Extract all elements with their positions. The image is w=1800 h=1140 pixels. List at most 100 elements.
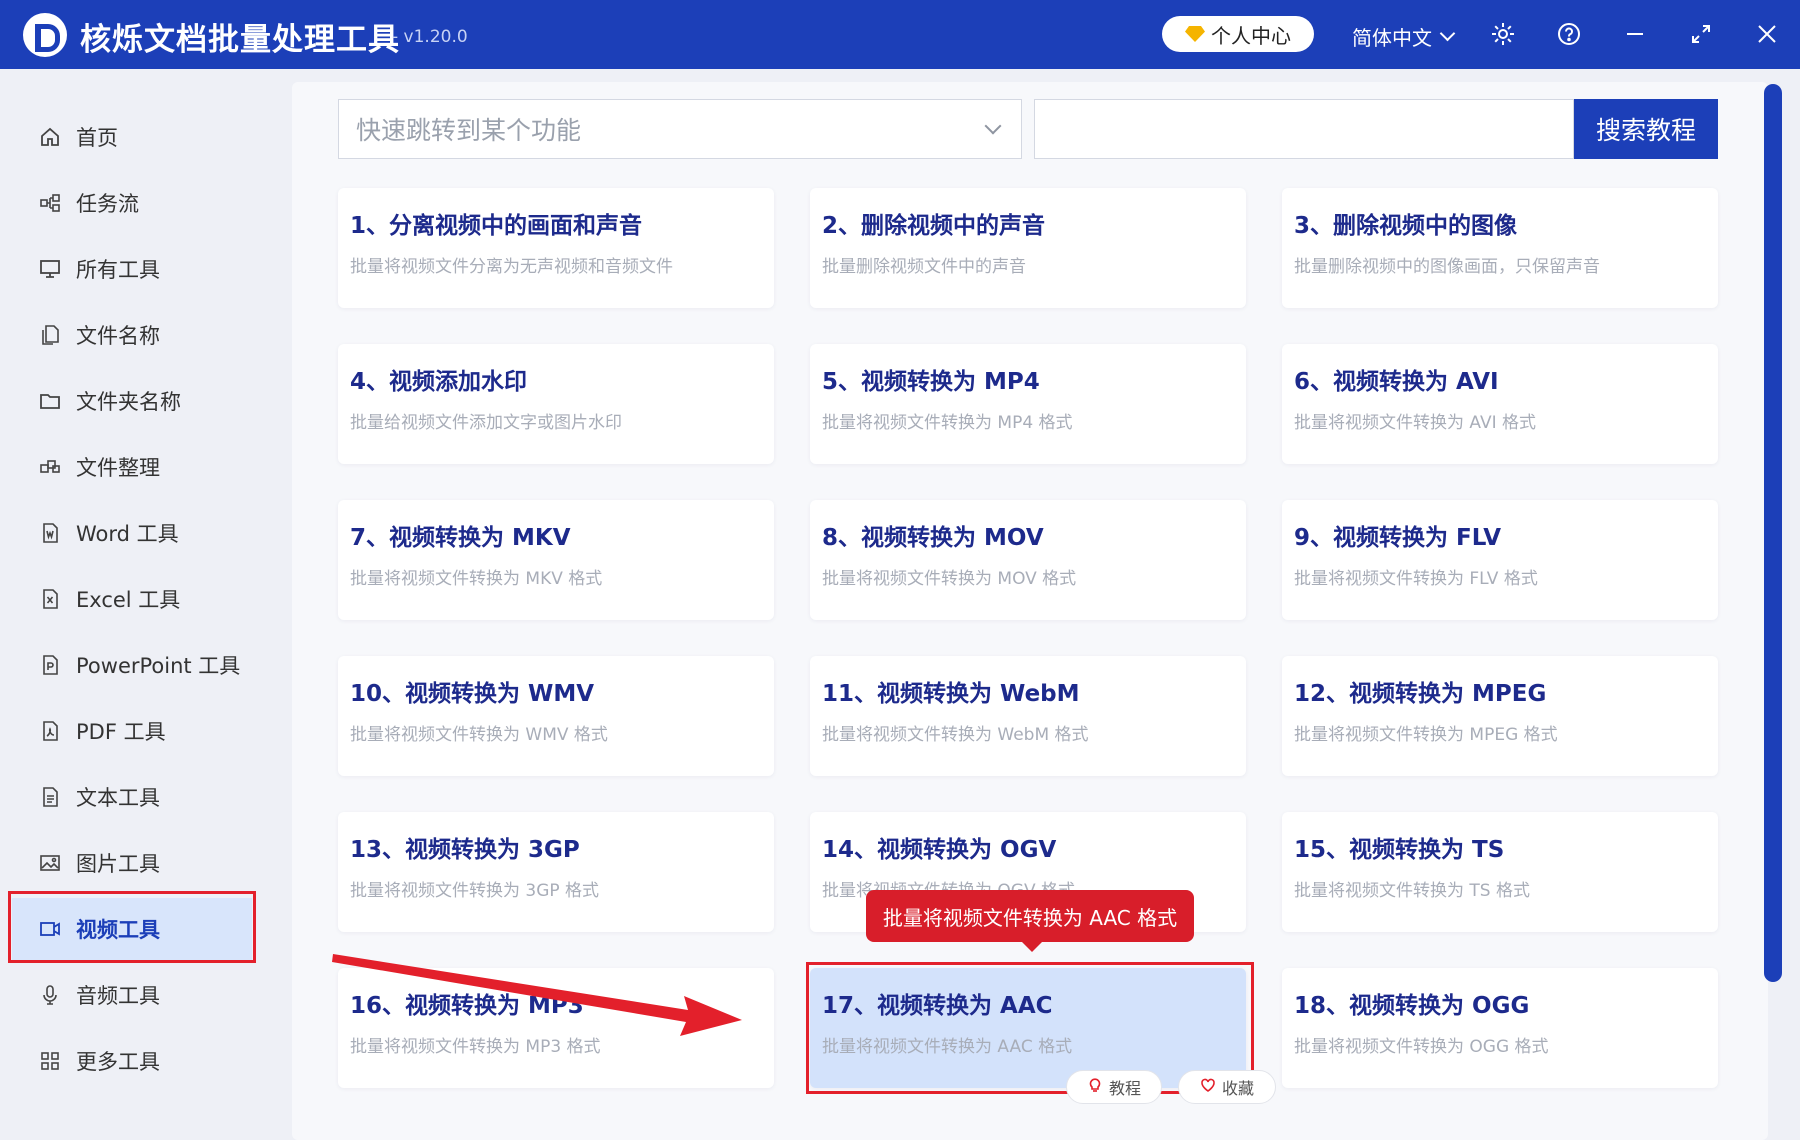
sidebar-item-label: 文件夹名称 <box>76 390 181 414</box>
tool-card-title: 7、视频转换为 MKV <box>350 525 571 551</box>
sidebar-item-workflow[interactable]: 任务流 <box>12 172 252 234</box>
tool-card[interactable]: 8、视频转换为 MOV 批量将视频文件转换为 MOV 格式 <box>810 500 1246 620</box>
tool-card[interactable]: 4、视频添加水印 批量给视频文件添加文字或图片水印 <box>338 344 774 464</box>
tool-card-desc: 批量给视频文件添加文字或图片水印 <box>350 413 622 433</box>
image-icon <box>38 851 62 875</box>
heart-icon <box>1200 1077 1216 1097</box>
sidebar-item-image[interactable]: 图片工具 <box>12 832 252 894</box>
tool-card[interactable]: 7、视频转换为 MKV 批量将视频文件转换为 MKV 格式 <box>338 500 774 620</box>
tool-card-title: 6、视频转换为 AVI <box>1294 369 1499 395</box>
sidebar-item-label: 任务流 <box>76 192 139 216</box>
sidebar-item-more[interactable]: 更多工具 <box>12 1030 252 1092</box>
tool-card[interactable]: 5、视频转换为 MP4 批量将视频文件转换为 MP4 格式 <box>810 344 1246 464</box>
sidebar-item-label: PDF 工具 <box>76 720 166 744</box>
sidebar-item-pdf[interactable]: PDF 工具 <box>12 700 252 762</box>
tool-card[interactable]: 10、视频转换为 WMV 批量将视频文件转换为 WMV 格式 <box>338 656 774 776</box>
tool-card-desc: 批量将视频文件转换为 MPEG 格式 <box>1294 725 1558 745</box>
tool-card[interactable]: 16、视频转换为 MP3 批量将视频文件转换为 MP3 格式 <box>338 968 774 1088</box>
scrollbar-thumb[interactable] <box>1764 84 1782 982</box>
settings-gear-icon[interactable] <box>1489 20 1517 48</box>
search-tutorial-button[interactable]: 搜索教程 <box>1574 99 1718 159</box>
tool-card-desc: 批量将视频文件转换为 WebM 格式 <box>822 725 1089 745</box>
tool-card-title: 1、分离视频中的画面和声音 <box>350 213 643 239</box>
favorite-label: 收藏 <box>1221 1079 1254 1098</box>
microphone-icon <box>38 983 62 1007</box>
pdf-icon <box>38 719 62 743</box>
tool-card-desc: 批量将视频文件转换为 MP3 格式 <box>350 1037 601 1057</box>
quick-jump-select[interactable]: 快速跳转到某个功能 <box>338 99 1022 159</box>
minimize-icon[interactable] <box>1621 20 1649 48</box>
tool-card[interactable]: 18、视频转换为 OGG 批量将视频文件转换为 OGG 格式 <box>1282 968 1718 1088</box>
tool-card-title: 11、视频转换为 WebM <box>822 681 1080 707</box>
text-icon <box>38 785 62 809</box>
sidebar-item-home[interactable]: 首页 <box>12 106 252 168</box>
tool-card-desc: 批量将视频文件转换为 3GP 格式 <box>350 881 600 901</box>
sidebar-item-label: Excel 工具 <box>76 588 181 612</box>
sidebar-item-label: 更多工具 <box>76 1050 160 1074</box>
tool-card[interactable]: 12、视频转换为 MPEG 批量将视频文件转换为 MPEG 格式 <box>1282 656 1718 776</box>
sidebar-item-label: 文件名称 <box>76 324 160 348</box>
tutorial-search-input[interactable] <box>1034 99 1574 159</box>
sidebar-item-audio[interactable]: 音频工具 <box>12 964 252 1026</box>
sidebar: 首页 任务流 所有工具 文件名称 文件夹名称 文件整理 Word 工具 Exce… <box>0 69 260 1140</box>
title-bar: 核烁文档批量处理工具 - v1.20.0 个人中心 简体中文 <box>0 0 1800 69</box>
tool-card-title: 14、视频转换为 OGV <box>822 837 1057 863</box>
sidebar-item-file-organize[interactable]: 文件整理 <box>12 436 252 498</box>
favorite-button[interactable]: 收藏 <box>1178 1070 1276 1104</box>
user-center-button[interactable]: 个人中心 <box>1162 16 1314 52</box>
sidebar-item-folder-name[interactable]: 文件夹名称 <box>12 370 252 432</box>
sidebar-item-label: 音频工具 <box>76 984 160 1008</box>
tool-card[interactable]: 9、视频转换为 FLV 批量将视频文件转换为 FLV 格式 <box>1282 500 1718 620</box>
sidebar-item-excel[interactable]: Excel 工具 <box>12 568 252 630</box>
chevron-down-icon <box>984 117 1002 135</box>
tool-card[interactable]: 11、视频转换为 WebM 批量将视频文件转换为 WebM 格式 <box>810 656 1246 776</box>
close-icon[interactable] <box>1753 20 1781 48</box>
tool-card-desc: 批量将视频文件转换为 MKV 格式 <box>350 569 603 589</box>
language-label: 简体中文 <box>1352 26 1432 50</box>
sidebar-item-word[interactable]: Word 工具 <box>12 502 252 564</box>
user-center-label: 个人中心 <box>1211 23 1291 48</box>
app-version: - v1.20.0 <box>392 27 468 47</box>
lightbulb-icon <box>1087 1077 1103 1097</box>
word-icon <box>38 521 62 545</box>
tool-card[interactable]: 1、分离视频中的画面和声音 批量将视频文件分离为无声视频和音频文件 <box>338 188 774 308</box>
home-icon <box>38 125 62 149</box>
tool-card-desc: 批量将视频文件分离为无声视频和音频文件 <box>350 257 673 277</box>
help-icon[interactable] <box>1555 20 1583 48</box>
diamond-icon <box>1185 26 1205 42</box>
tutorial-button[interactable]: 教程 <box>1066 1070 1162 1104</box>
tool-card-desc: 批量将视频文件转换为 AVI 格式 <box>1294 413 1536 433</box>
organize-icon <box>38 455 62 479</box>
tool-card-title: 2、删除视频中的声音 <box>822 213 1046 239</box>
sidebar-item-file-name[interactable]: 文件名称 <box>12 304 252 366</box>
sidebar-item-label: PowerPoint 工具 <box>76 654 241 678</box>
workflow-icon <box>38 191 62 215</box>
sidebar-item-label: 图片工具 <box>76 852 160 876</box>
sidebar-item-label: 文件整理 <box>76 456 160 480</box>
sidebar-item-all-tools[interactable]: 所有工具 <box>12 238 252 300</box>
file-copy-icon <box>38 323 62 347</box>
sidebar-item-powerpoint[interactable]: PowerPoint 工具 <box>12 634 252 696</box>
sidebar-item-label: Word 工具 <box>76 522 179 546</box>
tool-card[interactable]: 15、视频转换为 TS 批量将视频文件转换为 TS 格式 <box>1282 812 1718 932</box>
language-select[interactable]: 简体中文 <box>1352 22 1456 51</box>
app-logo-icon <box>23 13 67 57</box>
sidebar-item-text[interactable]: 文本工具 <box>12 766 252 828</box>
tool-card-desc: 批量删除视频文件中的声音 <box>822 257 1026 277</box>
tool-card-title: 18、视频转换为 OGG <box>1294 993 1530 1019</box>
powerpoint-icon <box>38 653 62 677</box>
tool-card[interactable]: 13、视频转换为 3GP 批量将视频文件转换为 3GP 格式 <box>338 812 774 932</box>
active-nav-highlight-box <box>8 891 256 963</box>
tool-card[interactable]: 3、删除视频中的图像 批量删除视频中的图像画面，只保留声音 <box>1282 188 1718 308</box>
tool-card-desc: 批量将视频文件转换为 WMV 格式 <box>350 725 608 745</box>
maximize-icon[interactable] <box>1687 20 1715 48</box>
tool-card-desc: 批量将视频文件转换为 FLV 格式 <box>1294 569 1538 589</box>
tool-card[interactable]: 6、视频转换为 AVI 批量将视频文件转换为 AVI 格式 <box>1282 344 1718 464</box>
sidebar-item-label: 所有工具 <box>76 258 160 282</box>
tool-tooltip: 批量将视频文件转换为 AAC 格式 <box>866 890 1194 952</box>
tool-card-title: 3、删除视频中的图像 <box>1294 213 1518 239</box>
tool-card-title: 8、视频转换为 MOV <box>822 525 1044 551</box>
tool-card-desc: 批量将视频文件转换为 MOV 格式 <box>822 569 1077 589</box>
tool-card-title: 16、视频转换为 MP3 <box>350 993 584 1019</box>
tool-card[interactable]: 2、删除视频中的声音 批量删除视频文件中的声音 <box>810 188 1246 308</box>
